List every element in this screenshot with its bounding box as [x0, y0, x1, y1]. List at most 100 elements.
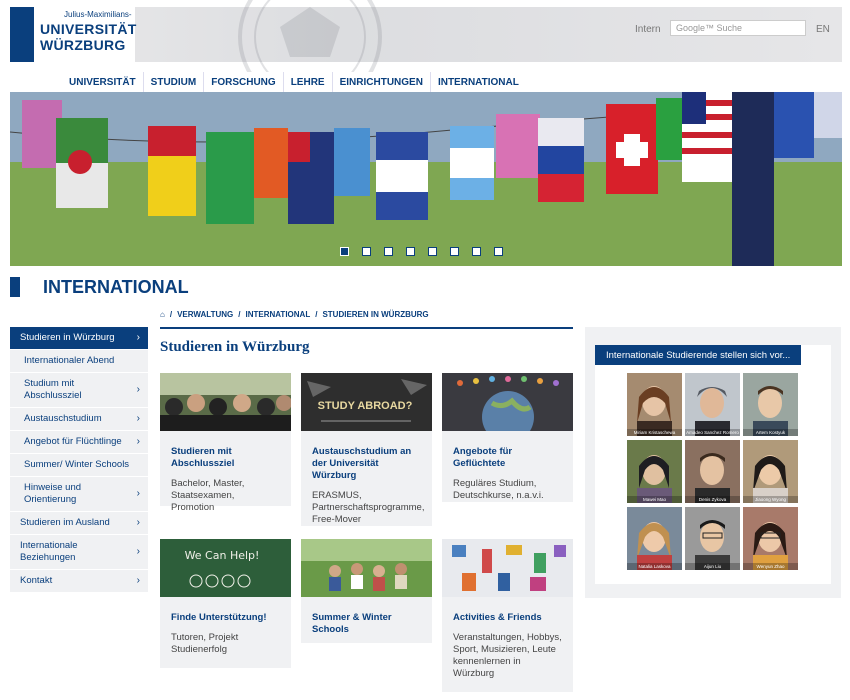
- chevron-right-icon: ›: [136, 413, 140, 424]
- card-image-graduates: [160, 373, 292, 431]
- chevron-right-icon: ›: [136, 332, 140, 343]
- student-portrait[interactable]: Natalia Laskova: [627, 507, 682, 570]
- slider-dot-4[interactable]: [406, 247, 415, 256]
- student-portrait-image: [743, 440, 798, 503]
- nav-international[interactable]: INTERNATIONAL: [431, 72, 526, 92]
- search-input[interactable]: Google™ Suche: [670, 20, 806, 36]
- card-title: Finde Unterstützung!: [171, 612, 267, 623]
- nav-studium[interactable]: STUDIUM: [144, 72, 205, 92]
- sidebar-item-studium-mit-abschlussziel[interactable]: Studium mit Abschlussziel ›: [10, 373, 148, 408]
- student-portrait[interactable]: Aijun Liu: [685, 507, 740, 570]
- sidebar-nav: Studieren in Würzburg › Internationaler …: [10, 327, 148, 593]
- card-image-globe: [442, 373, 573, 443]
- nav-universitaet[interactable]: UNIVERSITÄT: [62, 72, 144, 92]
- student-portrait-image: [627, 507, 682, 570]
- study-abroad-text: STUDY ABROAD?: [318, 400, 413, 412]
- sidebar-item-austauschstudium[interactable]: Austauschstudium ›: [10, 408, 148, 431]
- card-activities-friends[interactable]: Activities & Friends Veranstaltungen, Ho…: [442, 539, 573, 692]
- sidebar-item-hinweise-und-orientierung[interactable]: Hinweise und Orientierung ›: [10, 477, 148, 512]
- slider-dot-2[interactable]: [362, 247, 371, 256]
- student-portrait-image: [743, 507, 798, 570]
- students-panel: Internationale Studierende stellen sich …: [585, 327, 841, 598]
- sidebar-item-kontakt[interactable]: Kontakt ›: [10, 570, 148, 593]
- breadcrumb-international[interactable]: INTERNATIONAL: [245, 310, 310, 319]
- nav-einrichtungen[interactable]: EINRICHTUNGEN: [333, 72, 431, 92]
- students-panel-heading[interactable]: Internationale Studierende stellen sich …: [595, 345, 801, 365]
- sidebar-item-label: Studium mit Abschlussziel: [24, 378, 82, 401]
- seal-text: 15 83: [288, 38, 333, 60]
- sidebar-item-label: Angebot für Flüchtlinge: [24, 436, 122, 447]
- logo-bar: [10, 7, 34, 62]
- student-name: Jiaoong Wyong: [743, 496, 798, 503]
- page-title: Studieren in Würzburg: [160, 339, 310, 355]
- sidebar-item-label: Summer/ Winter Schools: [24, 459, 130, 470]
- chevron-right-icon: ›: [136, 517, 140, 528]
- student-name: Amadeo Sanchez Romero: [685, 429, 740, 436]
- card-title: Studieren mit Abschlussziel: [171, 446, 235, 469]
- home-icon[interactable]: ⌂: [160, 310, 165, 319]
- language-switch[interactable]: EN: [816, 24, 830, 35]
- sidebar-item-internationaler-abend[interactable]: Internationaler Abend: [10, 350, 148, 373]
- breadcrumb-verwaltung[interactable]: VERWALTUNG: [177, 310, 233, 319]
- breadcrumb-separator: /: [169, 310, 173, 319]
- card-text: ERASMUS, Partnerschaftsprogramme, Free-M…: [312, 490, 425, 525]
- student-portrait[interactable]: Denis Zykova: [685, 440, 740, 503]
- slider-dot-8[interactable]: [494, 247, 503, 256]
- sidebar-item-summer-winter-schools[interactable]: Summer/ Winter Schools: [10, 454, 148, 477]
- student-portrait[interactable]: Jiaoong Wyong: [743, 440, 798, 503]
- sidebar-item-studieren-im-ausland[interactable]: Studieren im Ausland ›: [10, 512, 148, 535]
- sidebar-item-label: Studieren in Würzburg: [20, 332, 115, 343]
- intern-link[interactable]: Intern: [635, 24, 661, 35]
- slider-dot-6[interactable]: [450, 247, 459, 256]
- student-portrait[interactable]: Wenyun Zhao: [743, 507, 798, 570]
- site-header: Julius-Maximilians- UNIVERSITÄT WÜRZBURG…: [10, 0, 842, 77]
- student-portrait[interactable]: Mawei Mao: [627, 440, 682, 503]
- card-austauschstudium[interactable]: STUDY ABROAD? Austauschstudium an der Un…: [301, 373, 432, 526]
- card-studieren-mit-abschlussziel[interactable]: Studieren mit Abschlussziel Bachelor, Ma…: [160, 373, 292, 513]
- main-title-rule: [160, 327, 573, 329]
- card-summer-winter-schools[interactable]: Summer & Winter Schools: [301, 539, 432, 643]
- card-angebote-fuer-gefluechtete[interactable]: Angebote für Geflüchtete Reguläres Studi…: [442, 373, 573, 502]
- student-name: Artem Kostyuk: [743, 429, 798, 436]
- logo-line-1: UNIVERSITÄT: [40, 21, 137, 37]
- student-portrait-grid: Miriam Kristaschewa Amadeo Sanchez Romer…: [627, 373, 798, 570]
- student-name: Mawei Mao: [627, 496, 682, 503]
- nav-forschung[interactable]: FORSCHUNG: [204, 72, 284, 92]
- nav-lehre[interactable]: LEHRE: [284, 72, 333, 92]
- card-finde-unterstuetzung[interactable]: We Can Help! Finde Unterstützung! Tutore…: [160, 539, 291, 668]
- card-title: Angebote für Geflüchtete: [453, 446, 513, 469]
- student-portrait[interactable]: Miriam Kristaschewa: [627, 373, 682, 436]
- student-portrait-image: [627, 440, 682, 503]
- student-portrait-image: [685, 440, 740, 503]
- card-image-chalkboard: We Can Help!: [160, 539, 291, 597]
- card-title: Austauschstudium an der Universität Würz…: [312, 446, 412, 481]
- sidebar-item-label: Internationaler Abend: [24, 355, 115, 366]
- student-portrait-image: [685, 373, 740, 436]
- card-text: Reguläres Studium, Deutschkurse, n.a.v.i…: [453, 478, 544, 501]
- university-seal: 15 83: [238, 0, 382, 77]
- card-text: Bachelor, Master, Staatsexamen, Promotio…: [171, 478, 245, 513]
- student-name: Wenyun Zhao: [743, 563, 798, 570]
- student-portrait[interactable]: Artem Kostyuk: [743, 373, 798, 436]
- university-logo[interactable]: Julius-Maximilians- UNIVERSITÄT WÜRZBURG: [10, 7, 137, 62]
- sidebar-item-internationale-beziehungen[interactable]: Internationale Beziehungen ›: [10, 535, 148, 570]
- slider-dot-5[interactable]: [428, 247, 437, 256]
- logo-subtitle: Julius-Maximilians-: [64, 10, 132, 19]
- hero-slider[interactable]: [10, 92, 842, 266]
- card-image-students-park: [301, 539, 432, 597]
- student-portrait[interactable]: Amadeo Sanchez Romero: [685, 373, 740, 436]
- chevron-right-icon: ›: [136, 436, 140, 447]
- card-image-activities: [442, 539, 573, 597]
- hero-image-flags: [10, 92, 842, 266]
- chevron-right-icon: ›: [136, 546, 140, 557]
- student-name: Miriam Kristaschewa: [627, 429, 682, 436]
- sidebar-item-label: Hinweise und Orientierung: [24, 482, 82, 505]
- sidebar-item-angebot-fuer-fluechtlinge[interactable]: Angebot für Flüchtlinge ›: [10, 431, 148, 454]
- card-image-study-abroad: STUDY ABROAD?: [301, 373, 432, 431]
- card-title: Summer & Winter Schools: [312, 612, 392, 635]
- slider-dot-7[interactable]: [472, 247, 481, 256]
- slider-dot-1[interactable]: [340, 247, 349, 256]
- logo-line-2: WÜRZBURG: [40, 37, 126, 53]
- slider-dot-3[interactable]: [384, 247, 393, 256]
- sidebar-item-studieren-in-wuerzburg[interactable]: Studieren in Würzburg ›: [10, 327, 148, 350]
